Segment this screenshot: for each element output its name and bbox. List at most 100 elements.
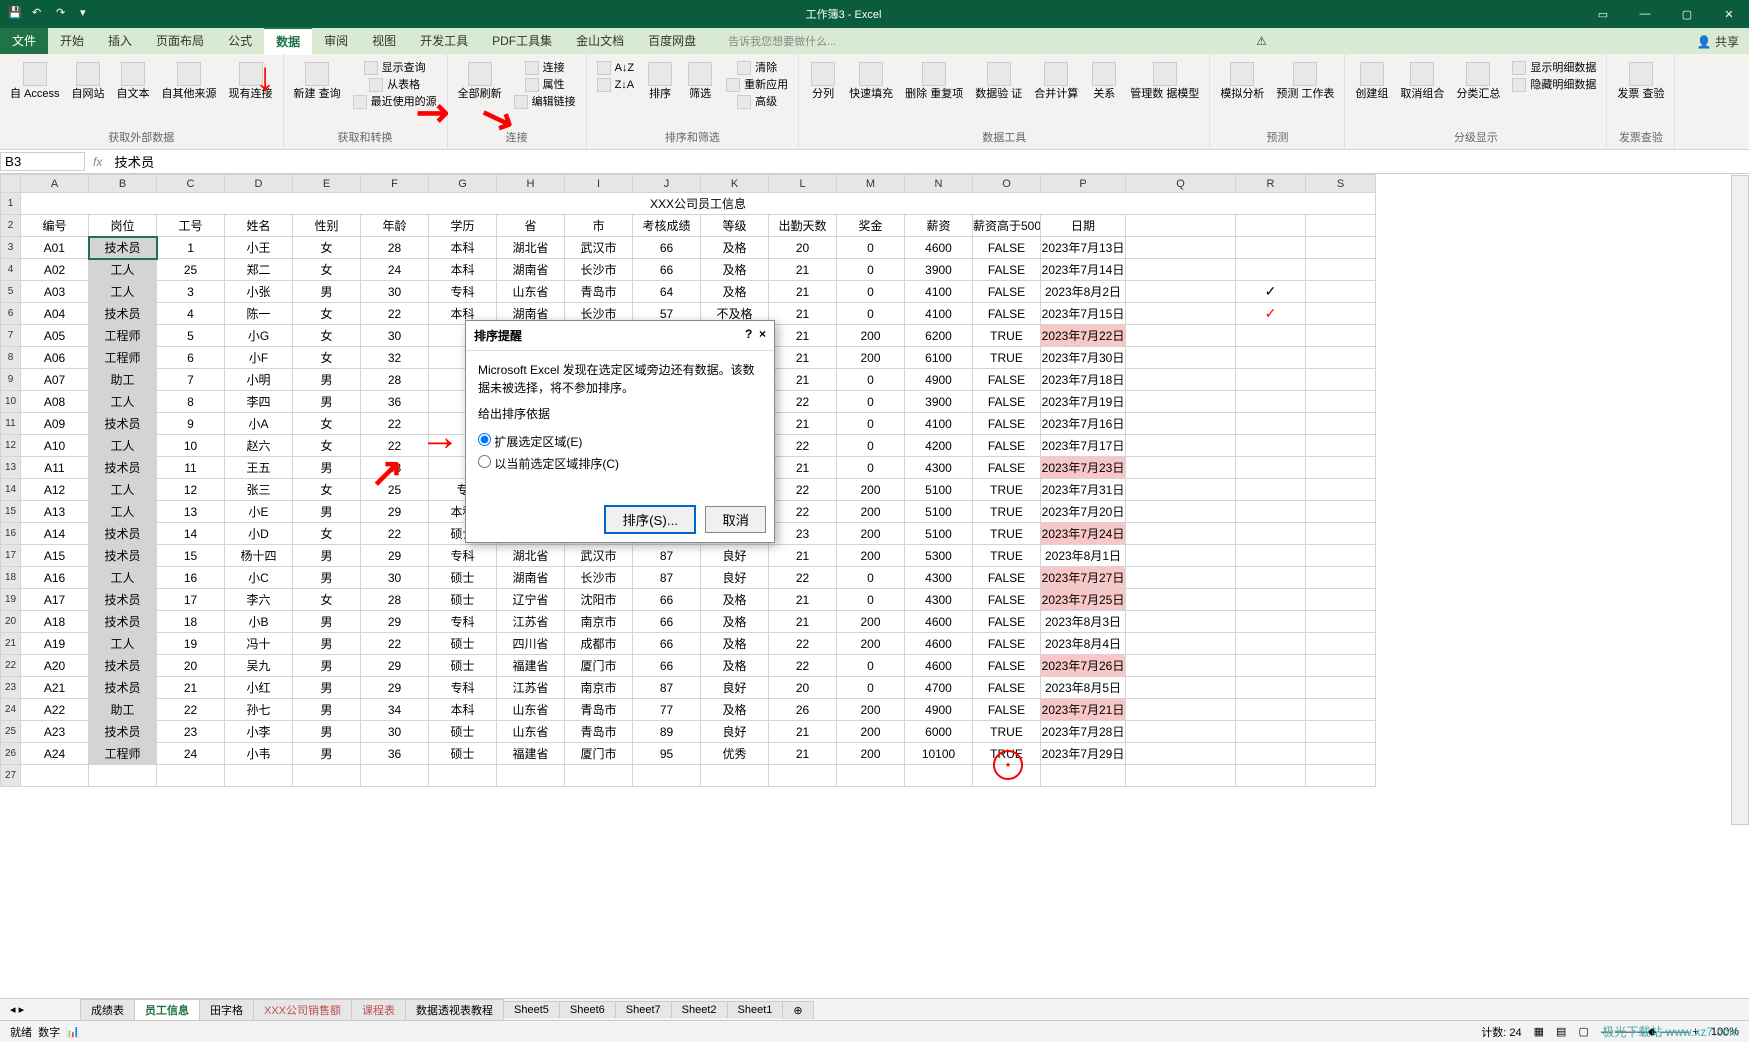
col-header-H[interactable]: H bbox=[497, 175, 565, 193]
col-header-Q[interactable]: Q bbox=[1126, 175, 1236, 193]
ext-data-自其他来源[interactable]: 自其他来源 bbox=[158, 60, 221, 103]
cell[interactable]: 30 bbox=[361, 567, 429, 589]
ext-data-自网站[interactable]: 自网站 bbox=[68, 60, 109, 103]
cell[interactable]: 6 bbox=[157, 347, 225, 369]
row-header-25[interactable]: 25 bbox=[1, 721, 21, 743]
cell[interactable]: FALSE bbox=[973, 655, 1041, 677]
col-header-E[interactable]: E bbox=[293, 175, 361, 193]
cell[interactable]: 武汉市 bbox=[565, 545, 633, 567]
cell[interactable]: 200 bbox=[837, 545, 905, 567]
cell[interactable]: 助工 bbox=[89, 369, 157, 391]
cell[interactable]: 及格 bbox=[701, 633, 769, 655]
cell[interactable]: 32 bbox=[361, 347, 429, 369]
row-header-24[interactable]: 24 bbox=[1, 699, 21, 721]
cell[interactable]: 本科 bbox=[429, 699, 497, 721]
cell[interactable]: 36 bbox=[361, 391, 429, 413]
cell[interactable]: 赵六 bbox=[225, 435, 293, 457]
cell[interactable]: 0 bbox=[837, 655, 905, 677]
row-header-18[interactable]: 18 bbox=[1, 567, 21, 589]
cell[interactable]: 23 bbox=[769, 523, 837, 545]
col-header-D[interactable]: D bbox=[225, 175, 293, 193]
option-current[interactable]: 以当前选定区域排序(C) bbox=[478, 453, 762, 475]
cell[interactable]: 95 bbox=[633, 743, 701, 765]
extra-cell[interactable] bbox=[1236, 501, 1306, 523]
formula-input[interactable] bbox=[110, 153, 1749, 170]
cell[interactable]: 22 bbox=[769, 435, 837, 457]
cell[interactable]: 0 bbox=[837, 589, 905, 611]
cell[interactable]: 本科 bbox=[429, 237, 497, 259]
col-市[interactable]: 市 bbox=[565, 215, 633, 237]
cell[interactable]: 33 bbox=[361, 457, 429, 479]
cell[interactable]: 21 bbox=[769, 281, 837, 303]
fx-icon[interactable]: fx bbox=[85, 155, 110, 169]
cell[interactable]: 厦门市 bbox=[565, 743, 633, 765]
cell[interactable]: 及格 bbox=[701, 237, 769, 259]
cell[interactable]: 小B bbox=[225, 611, 293, 633]
cell[interactable]: 优秀 bbox=[701, 743, 769, 765]
cell[interactable]: 66 bbox=[633, 655, 701, 677]
col-header-O[interactable]: O bbox=[973, 175, 1041, 193]
cell[interactable]: 2023年8月5日 bbox=[1041, 677, 1126, 699]
cell[interactable]: 成都市 bbox=[565, 633, 633, 655]
col-编号[interactable]: 编号 bbox=[21, 215, 89, 237]
extra-cell[interactable] bbox=[1236, 457, 1306, 479]
dialog-help-icon[interactable]: ? bbox=[745, 327, 752, 341]
extra-cell[interactable] bbox=[1236, 435, 1306, 457]
cell[interactable]: 0 bbox=[837, 281, 905, 303]
cell[interactable]: A13 bbox=[21, 501, 89, 523]
cell[interactable]: 硕士 bbox=[429, 721, 497, 743]
cell[interactable]: FALSE bbox=[973, 281, 1041, 303]
invoice-button[interactable]: 发票 查验 bbox=[1613, 60, 1668, 103]
ext-data-现有连接[interactable]: 现有连接 bbox=[225, 60, 277, 103]
cell[interactable]: 2023年7月26日 bbox=[1041, 655, 1126, 677]
cell[interactable]: A24 bbox=[21, 743, 89, 765]
cell[interactable]: 及格 bbox=[701, 699, 769, 721]
sheet-tab-田字格[interactable]: 田字格 bbox=[199, 999, 254, 1020]
cell[interactable]: 2023年7月20日 bbox=[1041, 501, 1126, 523]
cell[interactable]: 工人 bbox=[89, 479, 157, 501]
col-岗位[interactable]: 岗位 bbox=[89, 215, 157, 237]
col-header-R[interactable]: R bbox=[1236, 175, 1306, 193]
cell[interactable]: 工程师 bbox=[89, 347, 157, 369]
cell[interactable]: 陈一 bbox=[225, 303, 293, 325]
col-姓名[interactable]: 姓名 bbox=[225, 215, 293, 237]
cell[interactable]: 12 bbox=[157, 479, 225, 501]
col-省[interactable]: 省 bbox=[497, 215, 565, 237]
cell[interactable]: 小韦 bbox=[225, 743, 293, 765]
cell[interactable]: 青岛市 bbox=[565, 699, 633, 721]
vertical-scrollbar[interactable] bbox=[1731, 175, 1749, 825]
conn-opt-连接[interactable]: 连接 bbox=[510, 60, 580, 76]
cell[interactable]: 4600 bbox=[905, 633, 973, 655]
cell[interactable]: 工人 bbox=[89, 567, 157, 589]
extra-cell[interactable] bbox=[1236, 721, 1306, 743]
cell[interactable]: 30 bbox=[361, 721, 429, 743]
row-header-17[interactable]: 17 bbox=[1, 545, 21, 567]
sort-za-button[interactable]: Z↓A bbox=[593, 77, 639, 93]
cell[interactable]: A23 bbox=[21, 721, 89, 743]
cell[interactable]: 200 bbox=[837, 479, 905, 501]
cell[interactable]: 小张 bbox=[225, 281, 293, 303]
cell[interactable]: 技术员 bbox=[89, 589, 157, 611]
col-薪资高于5000[interactable]: 薪资高于5000 bbox=[973, 215, 1041, 237]
cell[interactable]: 女 bbox=[293, 589, 361, 611]
cell[interactable]: 2023年7月30日 bbox=[1041, 347, 1126, 369]
cell[interactable]: 小李 bbox=[225, 721, 293, 743]
cell[interactable]: 21 bbox=[769, 611, 837, 633]
cell[interactable]: FALSE bbox=[973, 391, 1041, 413]
cell[interactable]: 22 bbox=[769, 391, 837, 413]
cell[interactable]: 22 bbox=[361, 303, 429, 325]
col-日期[interactable]: 日期 bbox=[1041, 215, 1126, 237]
outline-创建组[interactable]: 创建组 bbox=[1351, 60, 1392, 103]
cell[interactable]: 硕士 bbox=[429, 567, 497, 589]
sheet-tab-Sheet6[interactable]: Sheet6 bbox=[559, 1001, 616, 1018]
cell[interactable]: 19 bbox=[157, 633, 225, 655]
cell[interactable]: 工人 bbox=[89, 633, 157, 655]
col-header-P[interactable]: P bbox=[1041, 175, 1126, 193]
filter-opt-清除[interactable]: 清除 bbox=[722, 60, 792, 76]
cell[interactable]: 21 bbox=[769, 457, 837, 479]
cell[interactable]: 6100 bbox=[905, 347, 973, 369]
cell[interactable]: 4100 bbox=[905, 281, 973, 303]
cell[interactable]: 36 bbox=[361, 743, 429, 765]
cell[interactable]: 23 bbox=[157, 721, 225, 743]
sheet-tab-成绩表[interactable]: 成绩表 bbox=[80, 999, 135, 1020]
